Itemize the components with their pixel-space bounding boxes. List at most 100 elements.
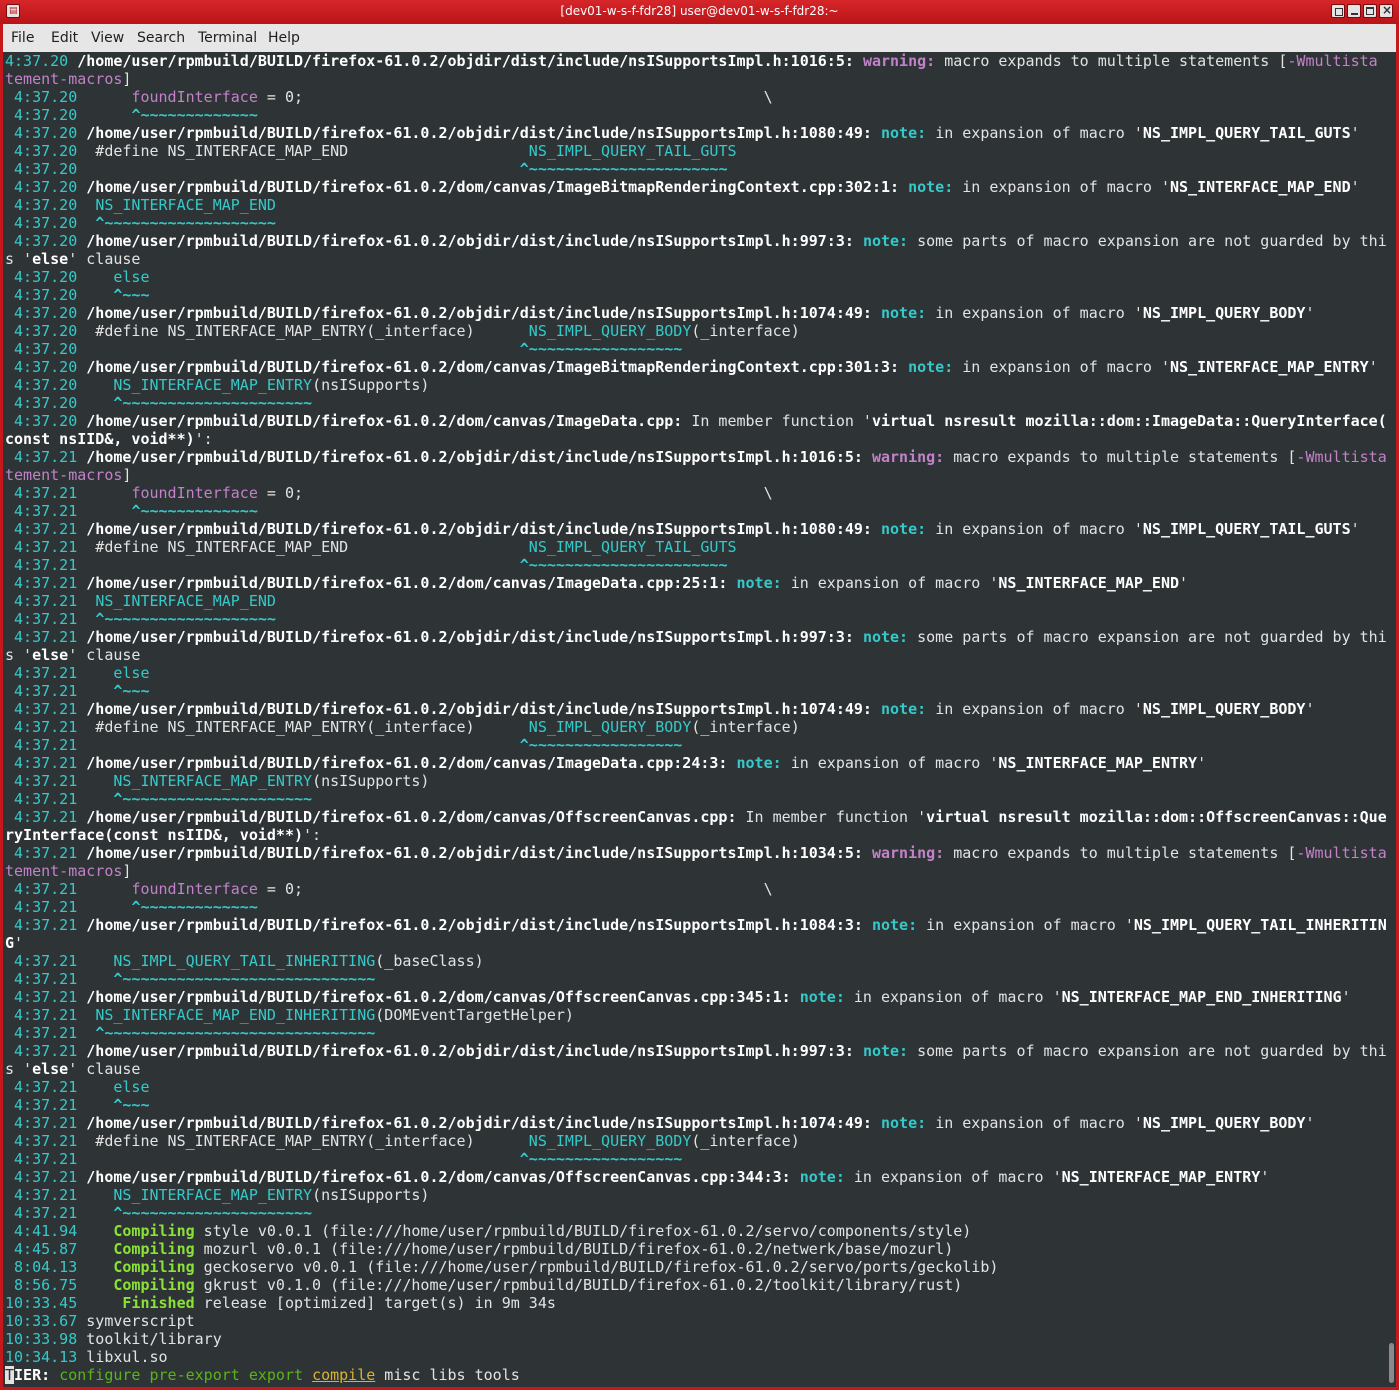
menu-terminal[interactable]: Terminal bbox=[198, 30, 257, 46]
terminal-line: 4:37.20 /home/user/rpmbuild/BUILD/firefo… bbox=[5, 178, 1360, 196]
terminal-text: /home/user/rpmbuild/BUILD/firefox-61.0.2… bbox=[86, 1168, 800, 1186]
maximize-icon[interactable] bbox=[1363, 4, 1377, 18]
terminal-text: in expansion of macro ' bbox=[935, 304, 1143, 322]
terminal-line: tement-macros] bbox=[5, 466, 131, 484]
terminal-text: NS_INTERFACE_MAP_ENTRY bbox=[1061, 1168, 1261, 1186]
terminal-text: NS_IMPL_QUERY_TAIL_INHERITING bbox=[113, 952, 376, 970]
terminal-text: s ' bbox=[5, 1060, 33, 1078]
terminal-line: 4:37.21 ^~~~~~~~~~~~~~~~~~~~~~~ bbox=[5, 556, 727, 574]
terminal-text: else bbox=[113, 664, 150, 682]
terminal-line: ryInterface(const nsIID&, void**)': bbox=[5, 826, 321, 844]
terminal-text: 4:37.21 bbox=[5, 1150, 87, 1168]
terminal-text: ' bbox=[14, 934, 24, 952]
terminal-text: = 0; \ bbox=[257, 880, 773, 898]
pin-icon[interactable] bbox=[1331, 4, 1345, 18]
terminal-output[interactable]: 4:37.20 /home/user/rpmbuild/BUILD/firefo… bbox=[3, 52, 1396, 1387]
terminal-line: 4:37.21 /home/user/rpmbuild/BUILD/firefo… bbox=[5, 1168, 1269, 1186]
terminal-line: 4:37.21 NS_IMPL_QUERY_TAIL_INHERITING(_b… bbox=[5, 952, 484, 970]
scrollbar[interactable] bbox=[1386, 52, 1396, 1387]
menu-search[interactable]: Search bbox=[137, 30, 185, 46]
terminal-text: ^~~~~~~~~~~~~~ bbox=[131, 106, 258, 124]
terminal-text: 4:37.21 bbox=[5, 700, 87, 718]
terminal-text: note: bbox=[862, 232, 918, 250]
terminal-text: /home/user/rpmbuild/BUILD/firefox-61.0.2… bbox=[86, 124, 881, 142]
minimize-icon[interactable] bbox=[1347, 4, 1361, 18]
terminal-text: else bbox=[32, 1060, 69, 1078]
terminal-line: 4:37.21 /home/user/rpmbuild/BUILD/firefo… bbox=[5, 916, 1387, 934]
terminal-text: virtual nsresult mozilla::dom::ImageData… bbox=[871, 412, 1387, 430]
terminal-text: some parts of macro expansion are not gu… bbox=[917, 232, 1387, 250]
terminal-text: /home/user/rpmbuild/BUILD/firefox-61.0.2… bbox=[86, 754, 737, 772]
terminal-text: release [optimized] target(s) in 9m 34s bbox=[194, 1294, 556, 1312]
terminal-text: warning: bbox=[871, 844, 954, 862]
terminal-text: ' bbox=[1179, 574, 1189, 592]
terminal-text: ' clause bbox=[68, 1060, 141, 1078]
terminal-text: ^~~~~~~~~~~~~~~~~~~~~~~~~~~~~~~ bbox=[95, 1024, 376, 1042]
terminal-text: NS_INTERFACE_MAP_ENTRY bbox=[998, 754, 1198, 772]
terminal-text: 4:37.20 bbox=[5, 214, 87, 232]
terminal-text: ^~~~~~~~~~~~~~~~~~~~~~ bbox=[113, 790, 313, 808]
terminal-text: NS_INTERFACE_MAP_ENTRY bbox=[113, 1186, 313, 1204]
terminal-text: (_interface) bbox=[691, 1132, 800, 1150]
terminal-text: 4:37.20 bbox=[5, 142, 87, 160]
menu-view[interactable]: View bbox=[91, 30, 124, 46]
scrollbar-thumb[interactable] bbox=[1389, 1343, 1394, 1383]
terminal-text: macro expands to multiple statements [ bbox=[953, 844, 1297, 862]
terminal-text: 4:37.21 bbox=[5, 970, 87, 988]
terminal-text: ' bbox=[1305, 1114, 1315, 1132]
terminal-text: 4:37.21 bbox=[5, 1186, 87, 1204]
terminal-text: note: bbox=[881, 304, 936, 322]
terminal-text: 8:04.13 bbox=[5, 1258, 87, 1276]
terminal-text: ^~~~~~~~~~~~~~~~~~~~~~ bbox=[113, 1204, 313, 1222]
menu-edit[interactable]: Edit bbox=[51, 30, 78, 46]
close-icon[interactable]: × bbox=[1379, 3, 1393, 18]
terminal-text: 10:33.98 bbox=[5, 1330, 87, 1348]
terminal-line: 4:37.21 #define NS_INTERFACE_MAP_ENTRY(_… bbox=[5, 718, 800, 736]
terminal-text: Compiling bbox=[113, 1258, 195, 1276]
terminal-text: ] bbox=[122, 862, 132, 880]
title-bar[interactable]: ▤ [dev01-w-s-f-fdr28] user@dev01-w-s-f-f… bbox=[0, 0, 1399, 24]
menu-help[interactable]: Help bbox=[268, 30, 300, 46]
terminal-line: 4:37.20 ^~~~~~~~~~~~~~~~~~~~~~~ bbox=[5, 160, 727, 178]
terminal-line: 4:37.20 ^~~~~~~~~~~~~~~~~~~~~~ bbox=[5, 394, 312, 412]
terminal-text: T bbox=[5, 1366, 15, 1384]
terminal-text: /home/user/rpmbuild/BUILD/firefox-61.0.2… bbox=[86, 304, 881, 322]
terminal-text: (nsISupports) bbox=[312, 772, 430, 790]
terminal-text: Compiling bbox=[113, 1240, 195, 1258]
terminal-text: in expansion of macro ' bbox=[926, 916, 1134, 934]
terminal-line: s 'else' clause bbox=[5, 646, 140, 664]
terminal-line: 4:37.21 /home/user/rpmbuild/BUILD/firefo… bbox=[5, 1042, 1387, 1060]
terminal-line: 4:37.21 /home/user/rpmbuild/BUILD/firefo… bbox=[5, 520, 1360, 538]
terminal-line: 10:33.98 toolkit/library bbox=[5, 1330, 222, 1348]
terminal-text: NS_IMPL_QUERY_BODY bbox=[1142, 700, 1306, 718]
menu-file[interactable]: File bbox=[11, 30, 34, 46]
terminal-text: 4:37.21 bbox=[5, 448, 87, 466]
terminal-line: 4:37.21 foundInterface = 0; \ bbox=[5, 880, 773, 898]
terminal-text: ] bbox=[122, 70, 132, 88]
terminal-line: const nsIID&, void**)': bbox=[5, 430, 213, 448]
terminal-text: gkrust v0.1.0 (file:///home/user/rpmbuil… bbox=[194, 1276, 963, 1294]
terminal-text: note: bbox=[862, 1042, 918, 1060]
terminal-line: 4:37.20 /home/user/rpmbuild/BUILD/firefo… bbox=[5, 52, 1378, 70]
terminal-line: 4:37.20 foundInterface = 0; \ bbox=[5, 88, 773, 106]
terminal-line: tement-macros] bbox=[5, 70, 131, 88]
terminal-text: ^~~~ bbox=[113, 286, 150, 304]
terminal-text: s ' bbox=[5, 646, 33, 664]
terminal-text: warning: bbox=[862, 52, 945, 70]
terminal-line: 4:37.20 ^~~~~~~~~~~~~~ bbox=[5, 106, 258, 124]
terminal-line: 4:37.20 else bbox=[5, 268, 149, 286]
terminal-text: note: bbox=[881, 700, 936, 718]
terminal-line: 4:37.20 NS_INTERFACE_MAP_ENTRY(nsISuppor… bbox=[5, 376, 429, 394]
terminal-text: in expansion of macro ' bbox=[962, 178, 1170, 196]
